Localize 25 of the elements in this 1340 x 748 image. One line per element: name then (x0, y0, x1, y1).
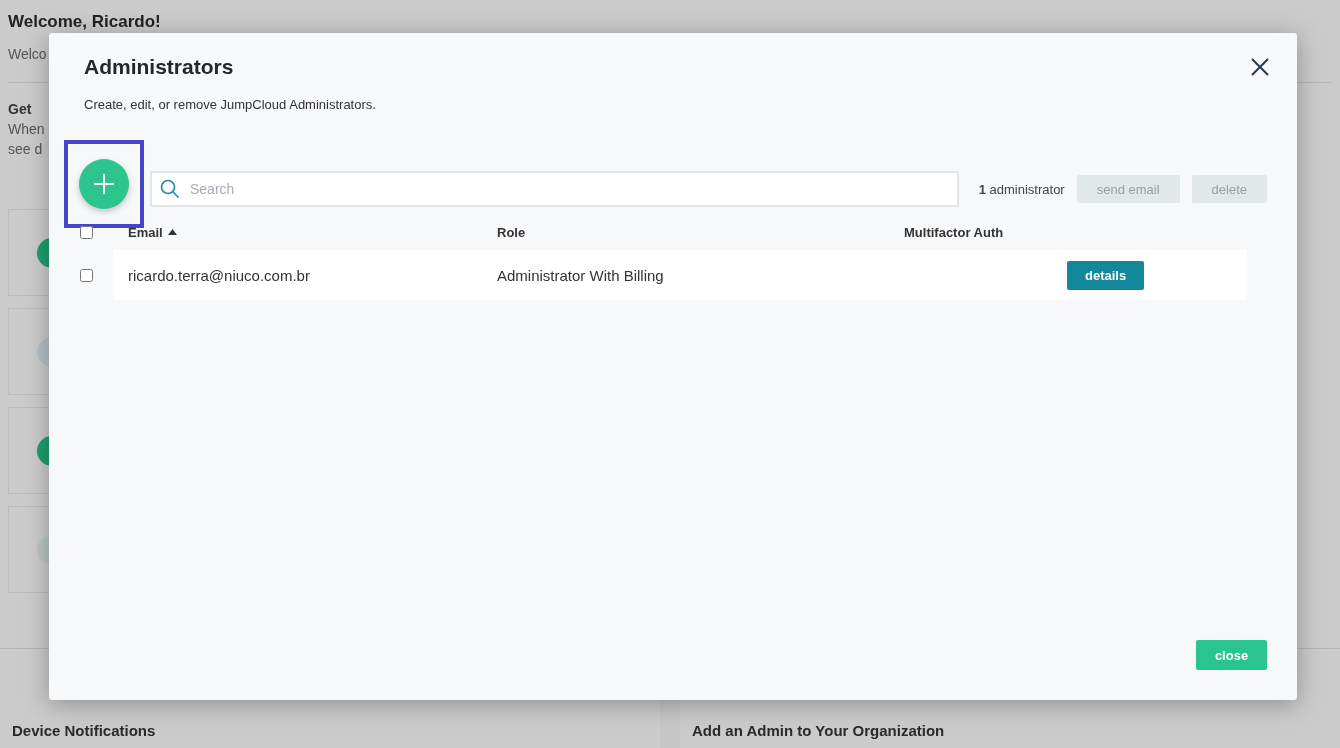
search-input[interactable]: Search (188, 180, 957, 198)
column-header[interactable]: Role (497, 224, 904, 240)
plus-icon (93, 173, 115, 195)
page-heading: Welcome, Ricardo! (8, 12, 161, 32)
panel-title: Add an Admin to Your Organization (692, 722, 945, 739)
column-header[interactable]: Multifactor Auth (904, 224, 1267, 240)
section-text: see d (8, 141, 43, 157)
intro-text: Welco (8, 46, 47, 62)
close-icon[interactable] (1250, 57, 1270, 77)
sort-ascending-icon (167, 229, 177, 235)
dialog-title: Administrators (84, 55, 234, 79)
admin-count: 1 administrator (978, 181, 1065, 197)
close-button[interactable]: close (1196, 640, 1267, 670)
section-text: When (8, 121, 45, 137)
column-header[interactable]: Email (128, 224, 497, 240)
dialog-subtitle: Create, edit, or remove JumpCloud Administrators. (84, 97, 377, 112)
select-all-checkbox[interactable] (80, 225, 93, 239)
row-checkbox[interactable] (80, 268, 93, 282)
details-button[interactable]: details (1067, 260, 1145, 290)
search-icon (160, 179, 180, 199)
section-title: Get (8, 101, 32, 117)
role-cell-text: Administrator With Billing (497, 266, 665, 284)
search-field[interactable]: Search (150, 171, 959, 207)
panel-title: Device Notifications (12, 722, 156, 739)
email-cell-text: ricardo.terra@niuco.com.br (128, 266, 311, 284)
